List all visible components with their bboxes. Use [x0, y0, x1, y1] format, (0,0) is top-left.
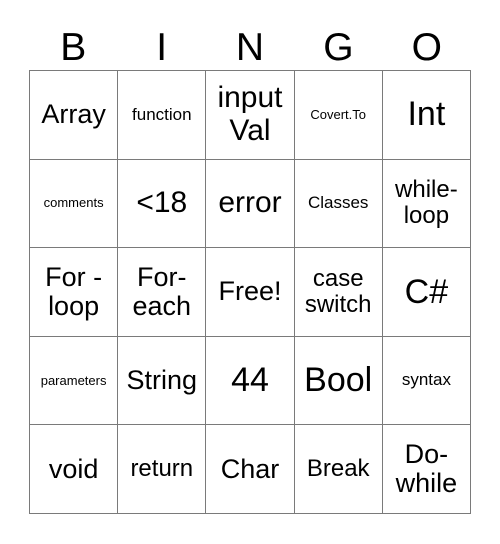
bingo-cell-label: For - loop — [45, 261, 103, 321]
bingo-cell-r1-c4[interactable]: while-loop — [382, 159, 471, 249]
bingo-cell-r4-c0[interactable]: void — [30, 425, 119, 514]
bingo-cell-label: comments — [43, 195, 104, 211]
bingo-cell-r3-c3[interactable]: Bool — [294, 336, 383, 426]
bingo-cell-label: error — [218, 186, 282, 220]
bingo-cell-label: Do-while — [395, 439, 458, 499]
bingo-cell-r1-c2[interactable]: error — [206, 159, 295, 249]
bingo-cell-r3-c0[interactable]: parameters — [30, 336, 119, 426]
bingo-cell-label: Char — [220, 453, 280, 484]
bingo-cell-r0-c1[interactable]: function — [118, 71, 207, 160]
bingo-cell-r0-c4[interactable]: Int — [382, 71, 471, 160]
bingo-cell-label: Classes — [307, 193, 369, 213]
bingo-cell-r2-c4[interactable]: C# — [382, 248, 471, 337]
bingo-header-letter-4: O — [411, 26, 442, 69]
bingo-header-letter-3: G — [323, 26, 354, 69]
bingo-cell-r1-c1[interactable]: <18 — [118, 159, 207, 249]
bingo-cell-label: input Val — [217, 81, 283, 147]
bingo-cell-r3-c2[interactable]: 44 — [206, 336, 295, 426]
bingo-cell-label: Break — [306, 455, 370, 483]
bingo-cell-label: syntax — [401, 370, 451, 390]
bingo-cell-r0-c3[interactable]: Covert.To — [294, 71, 383, 160]
bingo-cell-r4-c1[interactable]: return — [118, 425, 207, 514]
bingo-cell-label: function — [132, 104, 192, 124]
bingo-cell-label: while-loop — [395, 176, 458, 230]
bingo-cell-label: Bool — [304, 361, 373, 400]
bingo-header-letter-1: I — [156, 26, 168, 69]
bingo-cell-r2-c1[interactable]: For-each — [118, 248, 207, 337]
bingo-cell-label: Int — [407, 95, 446, 134]
bingo-cell-label: void — [48, 453, 99, 484]
bingo-cell-label: Array — [41, 99, 106, 130]
bingo-cell-label: String — [126, 365, 198, 396]
bingo-cell-label: <18 — [136, 186, 188, 220]
bingo-cell-r2-c2[interactable]: Free! — [206, 248, 295, 337]
bingo-cell-r3-c1[interactable]: String — [118, 336, 207, 426]
bingo-cell-label: C# — [404, 272, 449, 311]
bingo-cell-r1-c3[interactable]: Classes — [294, 159, 383, 249]
bingo-cell-r1-c0[interactable]: comments — [30, 159, 119, 249]
bingo-cell-label: 44 — [231, 361, 269, 400]
bingo-card: B I N G O Array function input Val Covert.To Int… — [0, 0, 500, 544]
bingo-header-letter-2: N — [235, 26, 265, 69]
bingo-cell-r4-c2[interactable]: Char — [206, 425, 295, 514]
bingo-cell-r3-c4[interactable]: syntax — [382, 336, 471, 426]
bingo-cell-r4-c4[interactable]: Do-while — [382, 425, 471, 514]
bingo-cell-label: For-each — [132, 261, 192, 321]
bingo-cell-r4-c3[interactable]: Break — [294, 425, 383, 514]
bingo-cell-r0-c2[interactable]: input Val — [206, 71, 295, 160]
bingo-header-row: BINGO — [29, 18, 471, 70]
bingo-grid: Array function input Val Covert.To Int commen… — [29, 70, 471, 514]
bingo-cell-label: Covert.To — [310, 106, 367, 122]
bingo-cell-label: return — [130, 455, 194, 483]
bingo-cell-label: Free! — [218, 276, 282, 307]
bingo-cell-r2-c0[interactable]: For - loop — [30, 248, 119, 337]
bingo-cell-r2-c3[interactable]: case switch — [294, 248, 383, 337]
bingo-cell-label: case switch — [304, 265, 372, 318]
bingo-cell-r0-c0[interactable]: Array — [30, 71, 119, 160]
bingo-cell-label: parameters — [40, 372, 107, 388]
bingo-header-letter-0: B — [60, 26, 87, 69]
